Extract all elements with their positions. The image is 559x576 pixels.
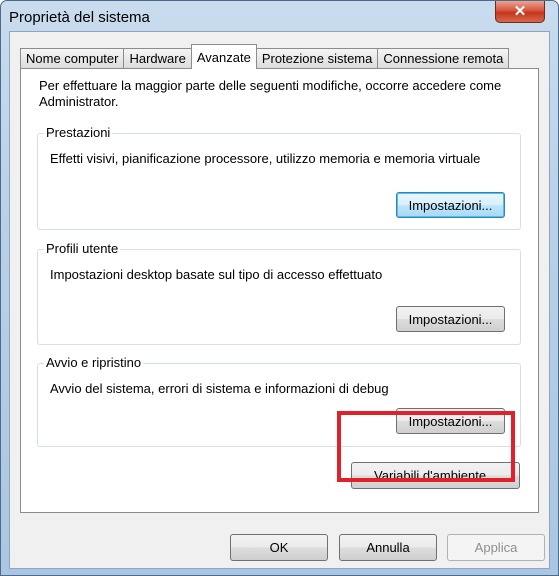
close-icon: ✕ xyxy=(513,3,527,20)
tab-strip: Nome computer Hardware Avanzate Protezio… xyxy=(20,44,510,69)
user-profiles-settings-button[interactable]: Impostazioni... xyxy=(396,306,505,332)
cancel-button[interactable]: Annulla xyxy=(339,534,437,561)
group-label-prestazioni: Prestazioni xyxy=(44,125,113,141)
group-profili-utente: Profili utente Impostazioni desktop basa… xyxy=(37,241,521,345)
window-title: Proprietà del sistema xyxy=(9,9,150,26)
tab-protezione-sistema[interactable]: Protezione sistema xyxy=(255,48,379,68)
tab-nome-computer[interactable]: Nome computer xyxy=(20,48,125,68)
tab-connessione-remota[interactable]: Connessione remota xyxy=(377,48,510,68)
tab-avanzate[interactable]: Avanzate xyxy=(190,44,257,69)
group-label-profili-utente: Profili utente xyxy=(44,241,121,257)
highlight-box xyxy=(337,411,515,482)
group-prestazioni: Prestazioni Effetti visivi, pianificazio… xyxy=(37,125,521,230)
group-description-prestazioni: Effetti visivi, pianificazione processor… xyxy=(50,151,481,166)
ok-button[interactable]: OK xyxy=(230,534,328,561)
group-label-avvio-ripristino: Avvio e ripristino xyxy=(44,355,144,371)
system-properties-window: Proprietà del sistema ✕ Nome computer Ha… xyxy=(0,0,559,576)
performance-settings-button[interactable]: Impostazioni... xyxy=(396,192,505,218)
intro-text: Per effettuare la maggior parte delle se… xyxy=(39,78,502,109)
tab-hardware[interactable]: Hardware xyxy=(123,48,192,68)
group-description-avvio-ripristino: Avvio del sistema, errori di sistema e i… xyxy=(50,381,389,396)
apply-button: Applica xyxy=(447,534,545,561)
group-description-profili-utente: Impostazioni desktop basate sul tipo di … xyxy=(50,267,383,282)
dialog-client-area: Nome computer Hardware Avanzate Protezio… xyxy=(9,31,550,569)
close-button[interactable]: ✕ xyxy=(495,1,545,23)
